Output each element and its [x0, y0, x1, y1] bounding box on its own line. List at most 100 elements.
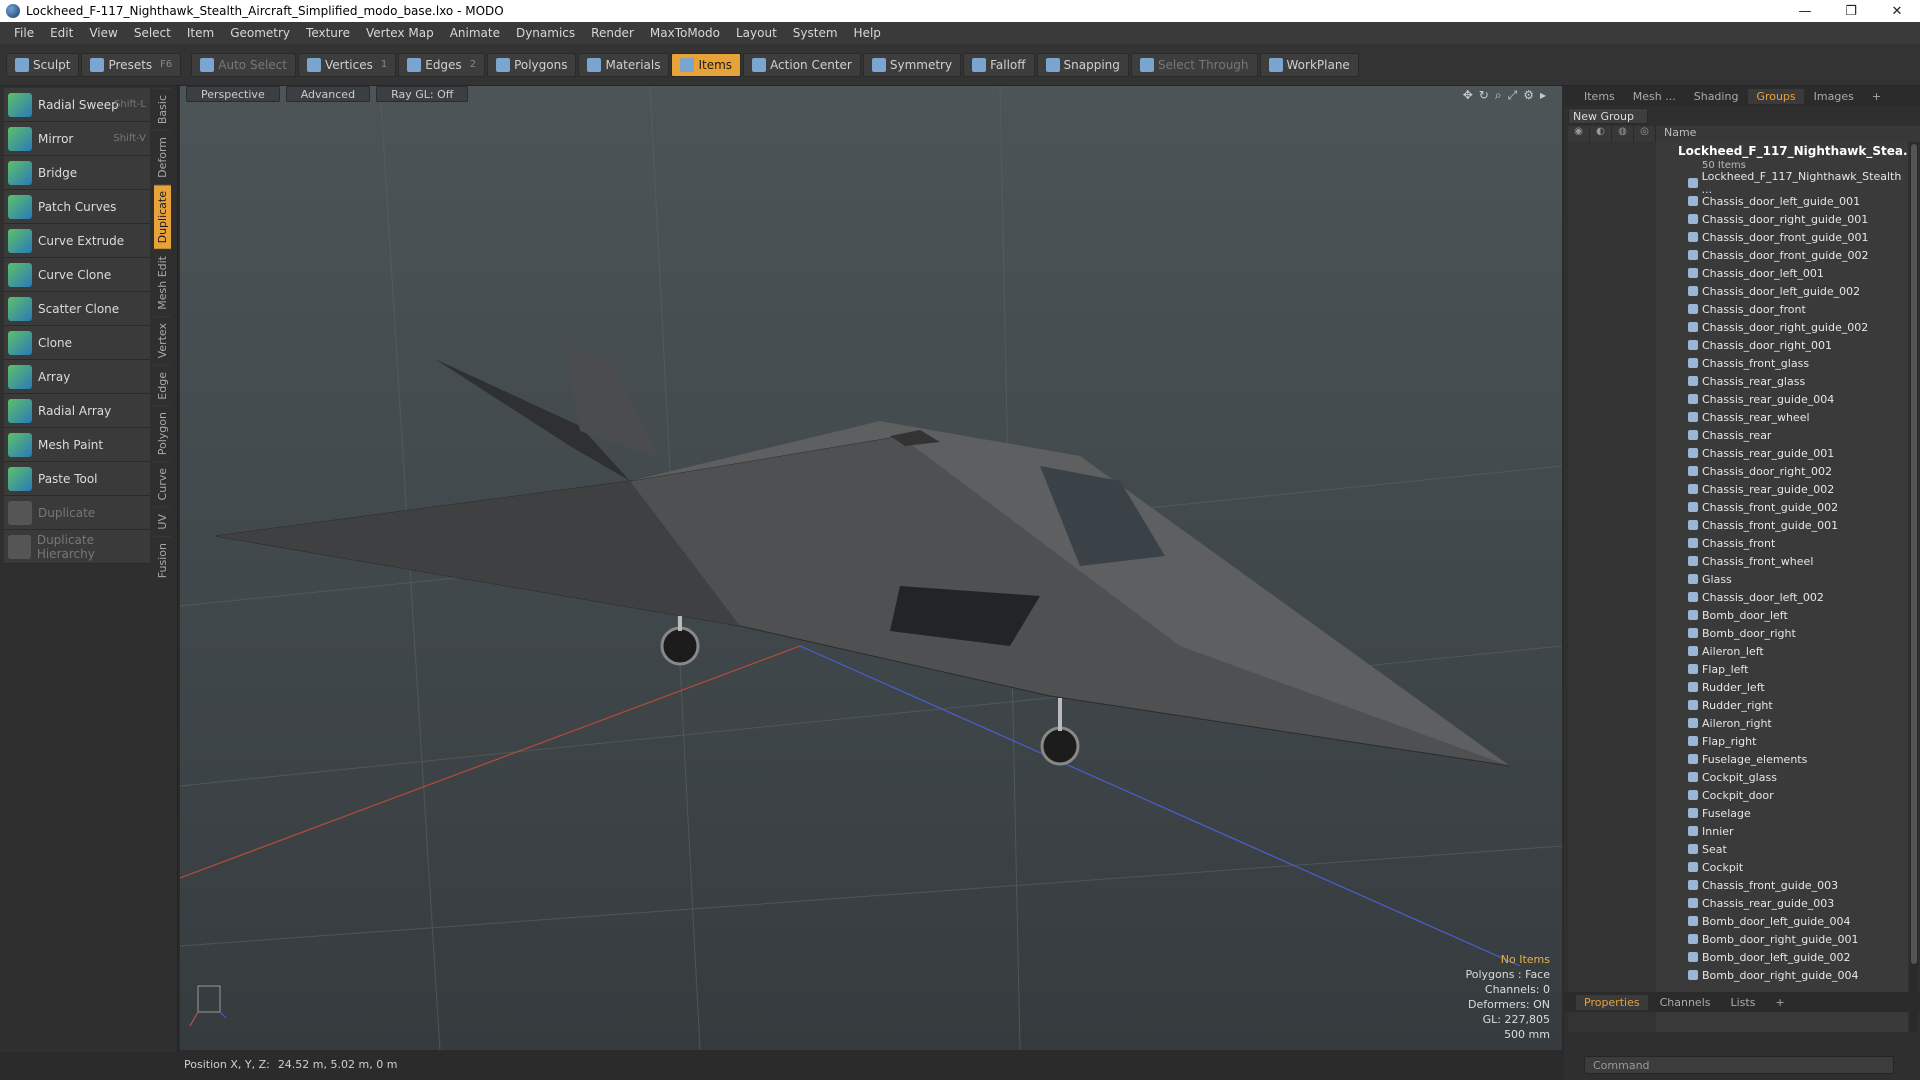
menu-view[interactable]: View: [81, 26, 125, 40]
tab-lists[interactable]: Lists: [1723, 995, 1764, 1010]
tree-row[interactable]: Chassis_front_guide_002: [1568, 498, 1908, 516]
tree-row[interactable]: Chassis_rear_guide_004: [1568, 390, 1908, 408]
tree-row[interactable]: Chassis_door_front: [1568, 300, 1908, 318]
tab-fusion[interactable]: Fusion: [154, 535, 171, 584]
menu-edit[interactable]: Edit: [42, 26, 81, 40]
items-mode-button[interactable]: Items: [671, 52, 742, 77]
rotate-icon[interactable]: ↻: [1479, 88, 1489, 103]
mesh-paint-tool[interactable]: Mesh Paint: [4, 428, 150, 462]
tree-row[interactable]: Chassis_rear_guide_003: [1568, 894, 1908, 912]
select-column-icon[interactable]: ◎: [1634, 126, 1656, 142]
visibility-column-icon[interactable]: ◉: [1568, 126, 1590, 142]
falloff-button[interactable]: Falloff: [963, 52, 1035, 77]
tree-row[interactable]: Chassis_door_left_002: [1568, 588, 1908, 606]
presets-button[interactable]: Presets F6: [81, 52, 182, 77]
new-group-button[interactable]: New Group: [1568, 108, 1648, 124]
menu-layout[interactable]: Layout: [728, 26, 785, 40]
tree-row[interactable]: Chassis_door_right_001: [1568, 336, 1908, 354]
menu-animate[interactable]: Animate: [442, 26, 508, 40]
tree-row[interactable]: Chassis_door_right_guide_001: [1568, 210, 1908, 228]
tree-row[interactable]: Chassis_rear: [1568, 426, 1908, 444]
tree-row[interactable]: Cockpit_glass: [1568, 768, 1908, 786]
symmetry-button[interactable]: Symmetry: [862, 52, 962, 77]
zoom-icon[interactable]: ⌕: [1495, 88, 1502, 103]
snapping-button[interactable]: Snapping: [1036, 52, 1129, 77]
add-bottom-tab-icon[interactable]: +: [1767, 995, 1792, 1010]
tree-row[interactable]: Flap_right: [1568, 732, 1908, 750]
tab-curve[interactable]: Curve: [154, 461, 171, 507]
advanced-dropdown[interactable]: Advanced: [285, 86, 371, 102]
menu-file[interactable]: File: [6, 26, 42, 40]
tree-row[interactable]: Chassis_rear_glass: [1568, 372, 1908, 390]
polygons-mode-button[interactable]: Polygons: [487, 52, 577, 77]
restore-button[interactable]: ❐: [1828, 0, 1874, 22]
tree-row[interactable]: Rudder_right: [1568, 696, 1908, 714]
menu-texture[interactable]: Texture: [298, 26, 358, 40]
tree-row[interactable]: Fuselage_elements: [1568, 750, 1908, 768]
paste-tool[interactable]: Paste Tool: [4, 462, 150, 496]
tree-row[interactable]: Bomb_door_left: [1568, 606, 1908, 624]
menu-dynamics[interactable]: Dynamics: [508, 26, 583, 40]
tree-row[interactable]: Chassis_door_left_001: [1568, 264, 1908, 282]
tab-basic[interactable]: Basic: [154, 88, 171, 131]
tab-polygon[interactable]: Polygon: [154, 405, 171, 462]
maximize-icon[interactable]: ⤢: [1508, 88, 1518, 103]
tab-mesh-edit[interactable]: Mesh Edit: [154, 249, 171, 317]
close-button[interactable]: ✕: [1874, 0, 1920, 22]
arrow-right-icon[interactable]: ▸: [1540, 88, 1546, 103]
menu-vertex-map[interactable]: Vertex Map: [358, 26, 442, 40]
menu-maxtomodo[interactable]: MaxToModo: [642, 26, 728, 40]
patch-curves-tool[interactable]: Patch Curves: [4, 190, 150, 224]
tab-items[interactable]: Items: [1576, 89, 1623, 104]
menu-render[interactable]: Render: [583, 26, 642, 40]
materials-mode-button[interactable]: Materials: [578, 52, 670, 77]
tree-row[interactable]: Chassis_rear_guide_002: [1568, 480, 1908, 498]
render-column-icon[interactable]: ◐: [1590, 126, 1612, 142]
tree-row[interactable]: Bomb_door_right: [1568, 624, 1908, 642]
tree-row[interactable]: Chassis_door_right_002: [1568, 462, 1908, 480]
tree-row[interactable]: Chassis_rear_wheel: [1568, 408, 1908, 426]
duplicate-tool[interactable]: Duplicate: [4, 496, 150, 530]
sculpt-button[interactable]: Sculpt: [6, 52, 80, 77]
tree-row[interactable]: Flap_left: [1568, 660, 1908, 678]
radial-array-tool[interactable]: Radial Array: [4, 394, 150, 428]
tree-row[interactable]: Chassis_door_right_guide_002: [1568, 318, 1908, 336]
action-center-button[interactable]: Action Center: [743, 52, 861, 77]
tab-vertex[interactable]: Vertex: [154, 316, 171, 365]
tree-row[interactable]: Bomb_door_right_guide_004: [1568, 966, 1908, 984]
tree-row[interactable]: Seat: [1568, 840, 1908, 858]
tree-row[interactable]: Chassis_front_wheel: [1568, 552, 1908, 570]
tab-uv[interactable]: UV: [154, 506, 171, 536]
menu-geometry[interactable]: Geometry: [222, 26, 298, 40]
name-column-header[interactable]: Name: [1656, 126, 1696, 142]
menu-system[interactable]: System: [785, 26, 846, 40]
tab-channels[interactable]: Channels: [1652, 995, 1719, 1010]
tab-groups[interactable]: Groups: [1748, 88, 1804, 104]
tree-row[interactable]: Cockpit: [1568, 858, 1908, 876]
tree-row[interactable]: Chassis_door_left_guide_002: [1568, 282, 1908, 300]
command-input[interactable]: Command: [1584, 1056, 1894, 1074]
scrollbar-thumb[interactable]: [1911, 144, 1917, 964]
tree-row[interactable]: Bomb_door_right_guide_001: [1568, 930, 1908, 948]
scatter-clone-tool[interactable]: Scatter Clone: [4, 292, 150, 326]
tab-properties[interactable]: Properties: [1576, 994, 1648, 1010]
radial-sweep-tool[interactable]: Radial Sweep Shift-L: [4, 88, 150, 122]
mirror-tool[interactable]: Mirror Shift-V: [4, 122, 150, 156]
tree-row[interactable]: Aileron_left: [1568, 642, 1908, 660]
workplane-button[interactable]: WorkPlane: [1259, 52, 1359, 77]
edges-mode-button[interactable]: Edges 2: [398, 52, 486, 77]
tree-row[interactable]: Innier: [1568, 822, 1908, 840]
curve-clone-tool[interactable]: Curve Clone: [4, 258, 150, 292]
minimize-button[interactable]: —: [1782, 0, 1828, 22]
tab-mesh[interactable]: Mesh ...: [1625, 89, 1684, 104]
lock-column-icon[interactable]: ◍: [1612, 126, 1634, 142]
3d-viewport[interactable]: Perspective Advanced Ray GL: Off ✥ ↻ ⌕ ⤢…: [180, 86, 1562, 1050]
tree-row[interactable]: Bomb_door_left_guide_002: [1568, 948, 1908, 966]
tab-shading[interactable]: Shading: [1686, 89, 1747, 104]
tab-images[interactable]: Images: [1806, 89, 1862, 104]
tree-row[interactable]: Cockpit_door: [1568, 786, 1908, 804]
tree-row[interactable]: Lockheed_F_117_Nighthawk_Stealth ...: [1568, 170, 1908, 196]
auto-select-button[interactable]: Auto Select: [191, 52, 296, 77]
gear-icon[interactable]: ⚙: [1523, 88, 1534, 103]
tab-edge[interactable]: Edge: [154, 364, 171, 406]
